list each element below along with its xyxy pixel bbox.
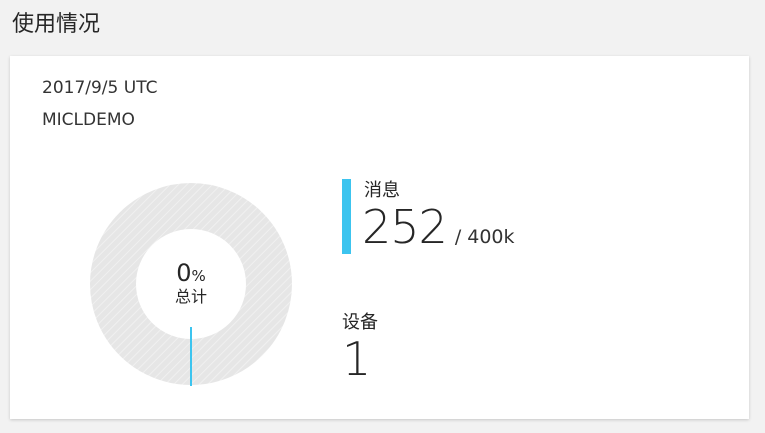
donut-total-label: 总计: [174, 287, 207, 306]
messages-count: 252: [362, 200, 448, 254]
devices-metric: 设备 1: [342, 311, 502, 391]
usage-page: 使用情况 2017/9/5 UTC MICLDEMO 0 % 总计 消息 252…: [0, 0, 765, 433]
usage-card: 2017/9/5 UTC MICLDEMO 0 % 总计 消息 252 / 40…: [10, 56, 749, 419]
usage-donut-chart: 0 % 总计: [88, 181, 294, 387]
donut-percent-value: 0: [176, 259, 192, 287]
messages-limit: / 400k: [454, 226, 515, 248]
donut-percent-sign: %: [191, 267, 206, 285]
usage-date: 2017/9/5 UTC: [42, 78, 158, 98]
hub-name: MICLDEMO: [42, 110, 135, 130]
donut-percent: 0 %: [176, 259, 206, 287]
devices-count: 1: [342, 332, 371, 386]
messages-accent-bar: [342, 179, 351, 254]
section-title: 使用情况: [12, 12, 101, 37]
messages-value-row: 252 / 400k: [362, 199, 515, 255]
donut-center: 0 % 总计: [88, 181, 294, 387]
messages-metric: 消息 252 / 400k: [342, 179, 602, 255]
